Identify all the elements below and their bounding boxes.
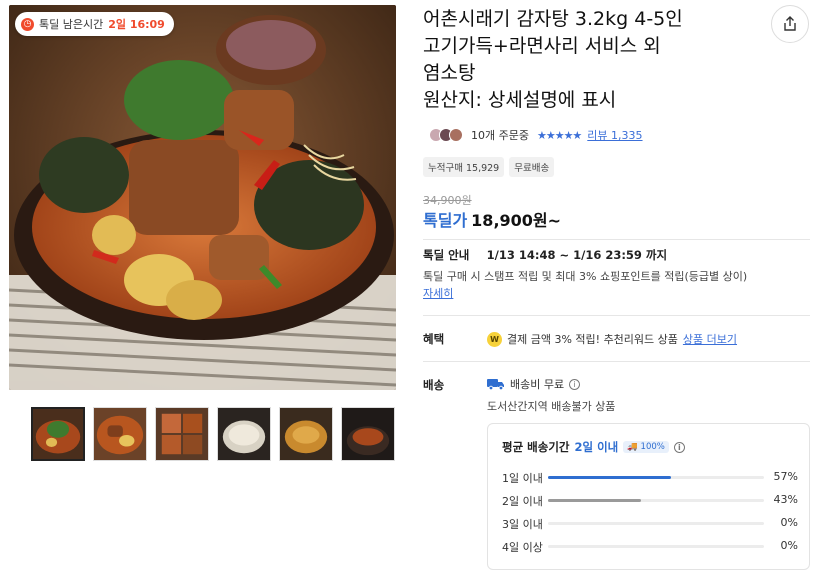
thumbnail-3[interactable]	[155, 407, 209, 461]
ordering-count: 10개 주문중	[471, 129, 529, 142]
rating-row: 10개 주문중 ★★★★★ 리뷰 1,335	[429, 127, 643, 143]
delivery-dist-row: 1일 이내 57%	[502, 470, 798, 485]
review-link[interactable]: 리뷰 1,335	[587, 127, 642, 143]
deal-info-label: 톡딜 안내	[423, 248, 470, 262]
buyer-avatars	[429, 128, 463, 142]
dist-label: 4일 이상	[502, 541, 543, 554]
delivery-rate-badge: 🚚 100%	[623, 441, 669, 453]
divider	[423, 361, 810, 362]
thumbnail-5[interactable]	[279, 407, 333, 461]
cumulative-purchase-chip: 누적구매 15,929	[423, 157, 505, 177]
delivery-period-box: 평균 배송기간 2일 이내 🚚 100% i 1일 이내 57% 2일 이내 4…	[487, 423, 810, 570]
benefit-label: 혜택	[423, 332, 445, 346]
delivery-dist-row: 3일 이내 0%	[502, 516, 798, 531]
truck-icon	[487, 379, 504, 390]
deal-info: 톡딜 안내 1/13 14:48 ~ 1/16 23:59 까지	[423, 247, 667, 263]
avg-delivery-value: 2일 이내	[574, 440, 619, 454]
thumbnail-6[interactable]	[341, 407, 395, 461]
avg-delivery-label: 평균 배송기간	[502, 440, 570, 454]
divider	[423, 239, 810, 240]
dist-percent: 43%	[773, 493, 798, 506]
coin-icon: W	[487, 331, 502, 347]
delivery-rate-value: 100%	[640, 442, 665, 452]
share-button[interactable]	[771, 5, 809, 43]
avatar	[449, 128, 463, 142]
thumbnail-2[interactable]	[93, 407, 147, 461]
dist-bar-track	[548, 476, 764, 479]
thumbnail-strip	[31, 407, 399, 461]
dist-label: 1일 이내	[502, 472, 543, 485]
free-shipping-chip: 무료배송	[509, 157, 555, 177]
deal-price-label: 톡딜가	[423, 211, 468, 230]
avg-delivery-title: 평균 배송기간 2일 이내 🚚 100% i	[502, 439, 685, 455]
deal-description: 톡딜 구매 시 스탬프 적립 및 최대 3% 쇼핑포인트를 적립(등급별 상이)…	[423, 268, 815, 302]
dist-percent: 57%	[773, 470, 798, 483]
benefit-text: 결제 금액 3% 적립! 추천리워드 상품	[507, 333, 678, 346]
product-origin-line: 원산지: 상세설명에 표시	[423, 89, 617, 111]
deal-timer-label: 톡딜 남은시간	[39, 18, 104, 31]
dist-label: 2일 이내	[502, 495, 543, 508]
dist-bar-track	[548, 522, 764, 525]
info-icon[interactable]: i	[569, 378, 581, 390]
original-price: 34,900원	[423, 194, 472, 207]
deal-period: 1/13 14:48 ~ 1/16 23:59 까지	[486, 248, 668, 262]
product-chips: 누적구매 15,929 무료배송	[423, 157, 555, 177]
more-products-link[interactable]: 상품 더보기	[683, 331, 737, 347]
price-row: 톡딜가 18,900원~	[423, 207, 561, 231]
delivery-dist-row: 4일 이상 0%	[502, 539, 798, 554]
share-icon	[784, 16, 796, 31]
benefit-row: W 결제 금액 3% 적립! 추천리워드 상품 상품 더보기	[487, 331, 737, 347]
product-title-line: 고기가득+라면사리 서비스 외	[423, 35, 661, 57]
deal-description-text: 톡딜 구매 시 스탬프 적립 및 최대 3% 쇼핑포인트를 적립(등급별 상이)	[423, 270, 748, 283]
dist-bar-track	[548, 499, 764, 502]
product-title-line: 염소탕	[423, 62, 476, 84]
dist-bar-track	[548, 545, 764, 548]
thumbnail-4[interactable]	[217, 407, 271, 461]
deal-timer-value: 2일 16:09	[108, 18, 165, 31]
shipping-fee: 배송비 무료	[510, 378, 565, 391]
clock-icon: ◷	[21, 17, 34, 31]
shipping-note: 도서산간지역 배송불가 상품	[487, 400, 616, 413]
deal-timer-badge: ◷ 톡딜 남은시간 2일 16:09	[15, 12, 174, 36]
product-title-line: 어촌시래기 감자탕 3.2kg 4-5인	[423, 8, 683, 30]
shipping-fee-row: 배송비 무료 i	[487, 376, 581, 392]
info-icon[interactable]: i	[673, 441, 685, 453]
dist-bar-fill	[548, 476, 672, 479]
dist-label: 3일 이내	[502, 518, 543, 531]
deal-details-link[interactable]: 자세히	[423, 287, 453, 300]
dist-percent: 0%	[780, 539, 798, 552]
shipping-label: 배송	[423, 378, 445, 392]
star-rating-icon: ★★★★★	[536, 128, 582, 142]
product-title: 어촌시래기 감자탕 3.2kg 4-5인 고기가득+라면사리 서비스 외 염소탕…	[423, 6, 753, 114]
deal-price: 18,900원~	[471, 211, 562, 230]
thumbnail-1[interactable]	[31, 407, 85, 461]
stew-photo	[9, 5, 396, 390]
dist-bar-fill	[548, 499, 641, 502]
delivery-dist-row: 2일 이내 43%	[502, 493, 798, 508]
dist-percent: 0%	[780, 516, 798, 529]
divider	[423, 315, 810, 316]
product-main-image[interactable]	[9, 5, 396, 390]
